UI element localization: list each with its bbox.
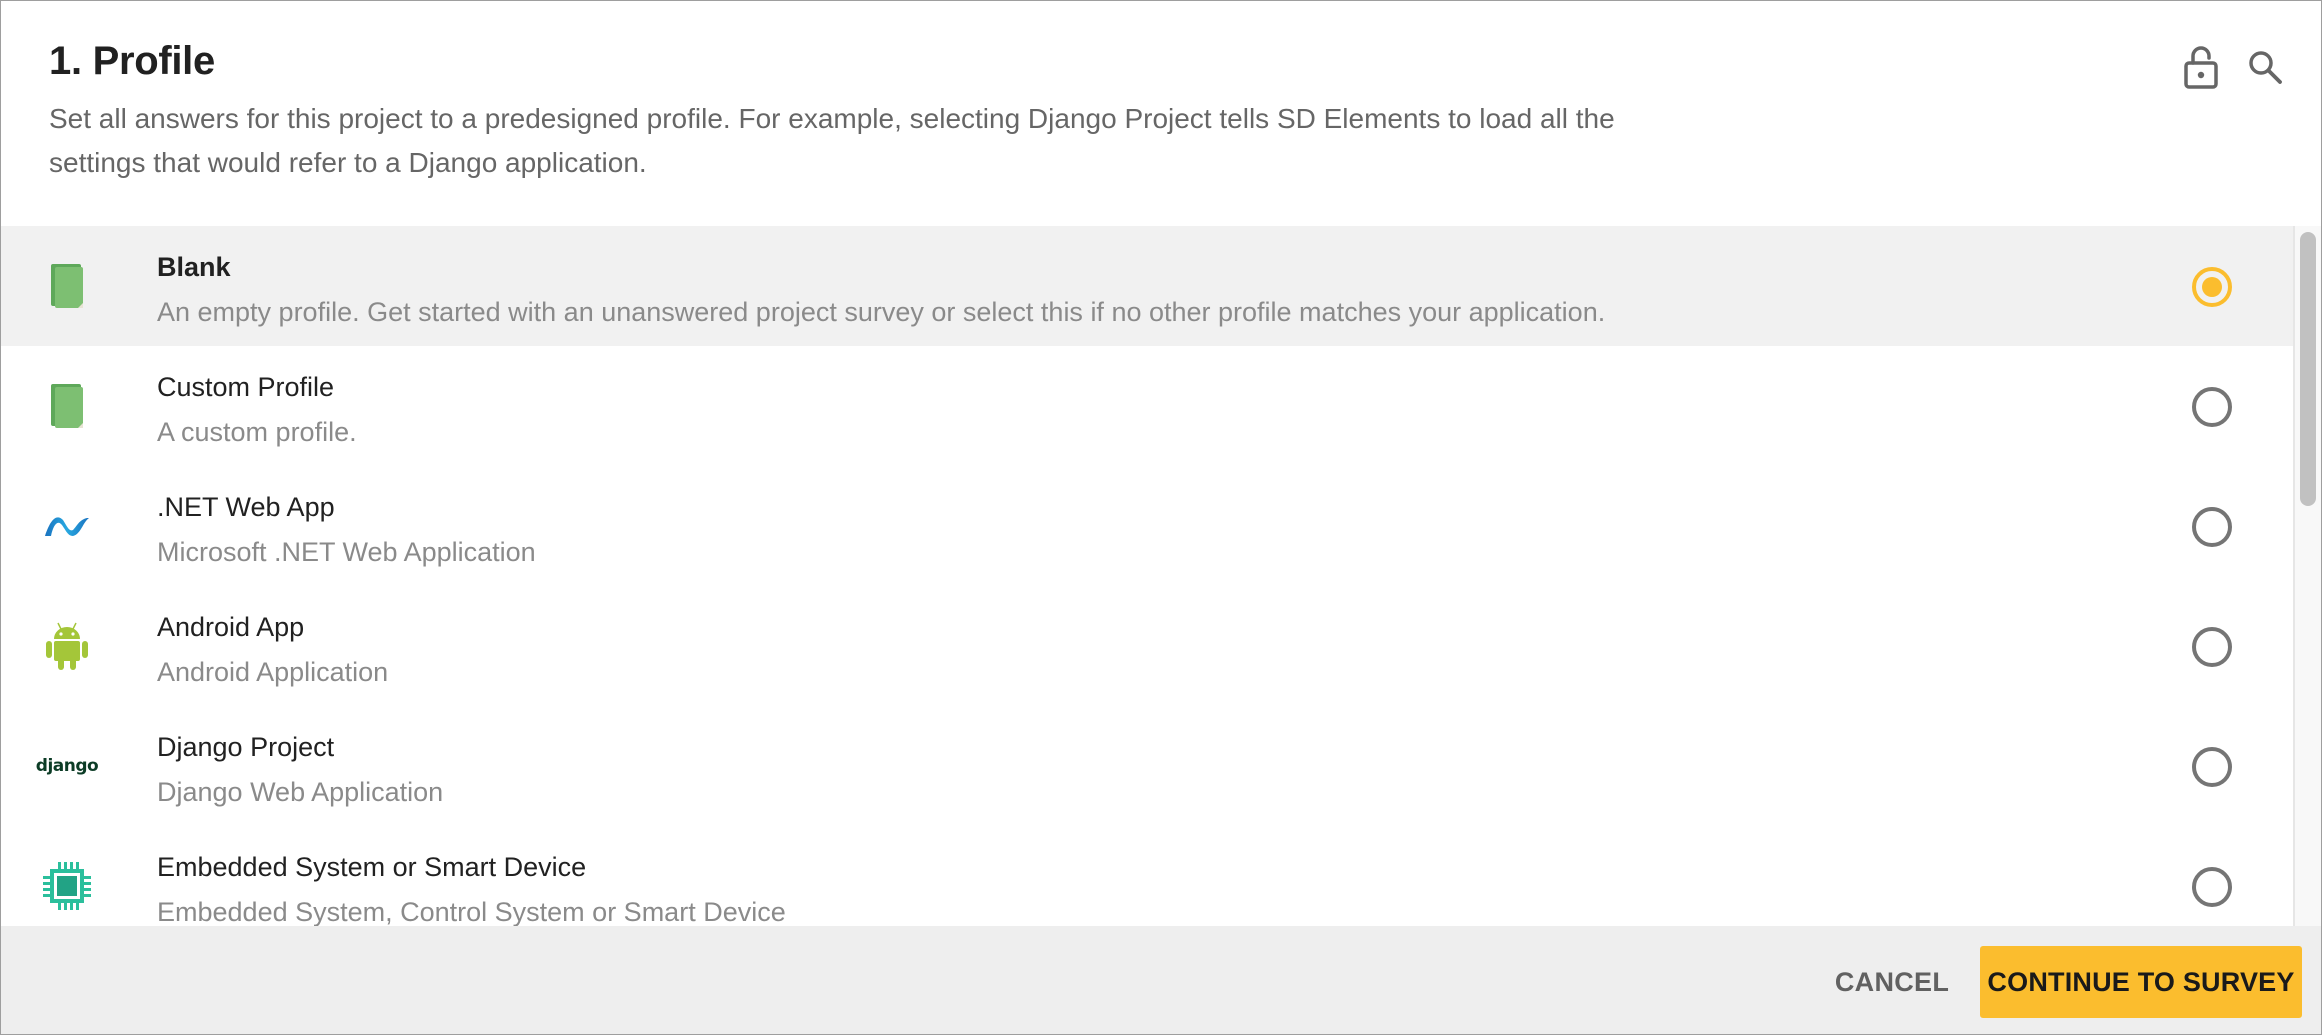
profile-radio[interactable]: [2192, 747, 2232, 787]
android-icon: [37, 616, 97, 676]
profile-title: Django Project: [157, 732, 335, 762]
scrollbar-thumb[interactable]: [2300, 232, 2316, 506]
page-description: Set all answers for this project to a pr…: [49, 103, 1615, 178]
profile-title: Embedded System or Smart Device: [157, 852, 587, 882]
profile-radio[interactable]: [2192, 507, 2232, 547]
profile-description: Microsoft .NET Web Application: [157, 537, 536, 567]
search-icon[interactable]: [2243, 45, 2287, 89]
profile-radio-selected[interactable]: [2192, 267, 2232, 307]
profile-row-custom[interactable]: Custom Profile A custom profile.: [1, 346, 2293, 466]
profile-radio[interactable]: [2192, 627, 2232, 667]
dialog-header: 1. Profile Set all answers for this proj…: [1, 1, 2321, 226]
lock-open-icon[interactable]: [2179, 45, 2223, 89]
profile-dialog: 1. Profile Set all answers for this proj…: [0, 0, 2322, 1035]
profile-title: Android App: [157, 612, 305, 642]
profile-description: Android Application: [157, 657, 389, 687]
cancel-button[interactable]: CANCEL: [1827, 946, 1957, 1018]
profile-row-embedded[interactable]: Embedded System or Smart Device Embedded…: [1, 826, 2293, 926]
profile-row-android[interactable]: Android App Android Application: [1, 586, 2293, 706]
django-logo-text: django: [35, 756, 99, 776]
django-logo-icon: django: [35, 736, 99, 796]
profile-description: A custom profile.: [157, 417, 357, 447]
profile-title: Blank: [157, 252, 231, 282]
profile-description: Django Web Application: [157, 777, 444, 807]
profile-row-django[interactable]: django Django Project Django Web Applica…: [1, 706, 2293, 826]
profile-row-dotnet[interactable]: .NET Web App Microsoft .NET Web Applicat…: [1, 466, 2293, 586]
profile-radio[interactable]: [2192, 387, 2232, 427]
profile-description: Embedded System, Control System or Smart…: [157, 897, 786, 926]
document-icon: [37, 376, 97, 436]
chip-icon: [37, 856, 97, 916]
dotnet-logo-icon: [37, 496, 97, 556]
dialog-footer: CANCEL CONTINUE TO SURVEY: [1, 926, 2321, 1034]
document-icon: [37, 256, 97, 316]
profile-title: .NET Web App: [157, 492, 335, 522]
page-title: 1. Profile: [49, 39, 215, 83]
continue-to-survey-button[interactable]: CONTINUE TO SURVEY: [1980, 946, 2302, 1018]
profile-row-blank[interactable]: Blank An empty profile. Get started with…: [1, 226, 2293, 346]
profile-radio[interactable]: [2192, 867, 2232, 907]
profile-list: Blank An empty profile. Get started with…: [1, 226, 2293, 926]
profile-description: An empty profile. Get started with an un…: [157, 297, 1606, 327]
profile-title: Custom Profile: [157, 372, 335, 402]
scrollbar-track[interactable]: [2293, 226, 2321, 926]
